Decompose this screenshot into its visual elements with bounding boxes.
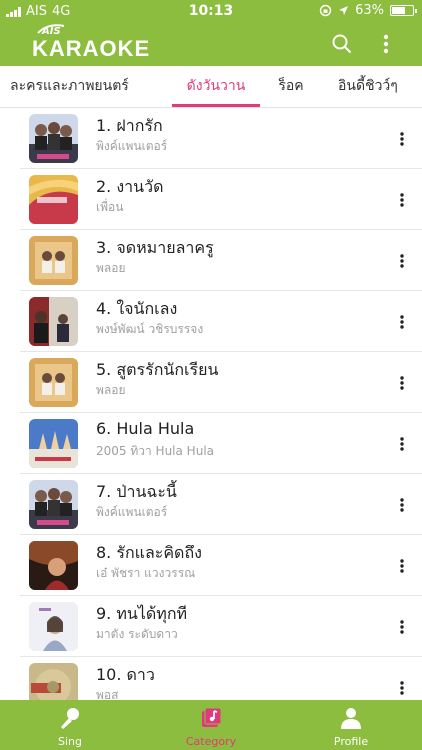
nav-category[interactable]: Category — [161, 700, 261, 750]
song-artist: พลอย — [96, 261, 126, 275]
song-row[interactable]: 1. ฝากรัก พิงค์แพนเตอร์ — [20, 108, 422, 169]
song-options-button[interactable] — [396, 372, 408, 394]
song-options-button[interactable] — [396, 616, 408, 638]
song-artist: พงษ์พัฒน์ วชิรบรรจง — [96, 322, 204, 336]
header-menu-button[interactable] — [372, 30, 400, 58]
music-library-icon — [202, 707, 222, 727]
song-title: 7. ป่านฉะนี้ — [96, 482, 177, 501]
more-vertical-icon — [400, 254, 404, 268]
search-icon — [332, 34, 352, 54]
album-cover — [29, 175, 78, 224]
song-options-button[interactable] — [396, 250, 408, 272]
tab-classic-hits[interactable]: ดังวันวาน — [172, 66, 260, 107]
song-list: 1. ฝากรัก พิงค์แพนเตอร์ 2. งานวัด เพื่อน… — [20, 108, 422, 718]
nav-sing[interactable]: Sing — [20, 700, 120, 750]
nav-profile[interactable]: Profile — [301, 700, 401, 750]
song-options-button[interactable] — [396, 311, 408, 333]
song-artist: เพื่อน — [96, 200, 124, 214]
tab-indie[interactable]: อินดี้ชิวว์ๆ — [338, 66, 398, 107]
song-row[interactable]: 8. รักและคิดถึง เอ๋ พัชรา แวงวรรณ — [20, 535, 422, 596]
logo-main-text: KARAOKE — [32, 36, 151, 61]
song-row[interactable]: 9. ทนได้ทุกที มาตัง ระดับดาว — [20, 596, 422, 657]
more-vertical-icon — [400, 498, 404, 512]
bottom-nav: Sing Category Profile — [0, 700, 422, 750]
more-vertical-icon — [400, 193, 404, 207]
album-cover — [29, 297, 78, 346]
song-title: 4. ใจนักเลง — [96, 299, 178, 318]
album-cover — [29, 358, 78, 407]
song-title: 9. ทนได้ทุกที — [96, 604, 188, 623]
song-title: 5. สูตรรักนักเรียน — [96, 360, 219, 379]
location-icon — [339, 6, 349, 15]
more-vertical-icon — [400, 559, 404, 573]
category-tabs: ละครและภาพยนตร์ ดังวันวาน ร็อค อินดี้ชิว… — [0, 66, 422, 108]
more-vertical-icon — [383, 34, 389, 54]
song-options-button[interactable] — [396, 555, 408, 577]
song-options-button[interactable] — [396, 677, 408, 699]
status-right: 63% — [319, 3, 417, 18]
more-vertical-icon — [400, 437, 404, 451]
album-cover — [29, 541, 78, 590]
status-bar: AIS 4G 10:13 63% — [0, 0, 422, 22]
song-row[interactable]: 2. งานวัด เพื่อน — [20, 169, 422, 230]
song-row[interactable]: 3. จดหมายลาครู พลอย — [20, 230, 422, 291]
song-artist: 2005 ทิวา Hula Hula — [96, 444, 215, 458]
album-cover — [29, 236, 78, 285]
more-vertical-icon — [400, 315, 404, 329]
more-vertical-icon — [400, 681, 404, 695]
search-button[interactable] — [328, 30, 356, 58]
album-cover — [29, 114, 78, 163]
song-options-button[interactable] — [396, 189, 408, 211]
nav-category-label: Category — [185, 735, 237, 748]
song-title: 10. ดาว — [96, 665, 155, 684]
song-title: 8. รักและคิดถึง — [96, 543, 202, 562]
song-options-button[interactable] — [396, 128, 408, 150]
song-options-button[interactable] — [396, 433, 408, 455]
tab-drama-movies[interactable]: ละครและภาพยนตร์ — [10, 66, 129, 107]
song-row[interactable]: 7. ป่านฉะนี้ พิงค์แพนเตอร์ — [20, 474, 422, 535]
album-cover — [29, 480, 78, 529]
more-vertical-icon — [400, 132, 404, 146]
song-options-button[interactable] — [396, 494, 408, 516]
microphone-icon — [61, 708, 79, 729]
song-title: 3. จดหมายลาครู — [96, 238, 214, 257]
album-cover — [29, 602, 78, 651]
song-title: 1. ฝากรัก — [96, 116, 163, 135]
more-vertical-icon — [400, 620, 404, 634]
battery-icon — [390, 5, 417, 16]
tab-rock[interactable]: ร็อค — [276, 66, 306, 107]
song-artist: พิงค์แพนเตอร์ — [96, 139, 168, 153]
app-header: AIS KARAOKE — [0, 22, 422, 66]
song-row[interactable]: 6. Hula Hula 2005 ทิวา Hula Hula — [20, 413, 422, 474]
more-vertical-icon — [400, 376, 404, 390]
orientation-lock-icon — [319, 4, 332, 17]
song-row[interactable]: 4. ใจนักเลง พงษ์พัฒน์ วชิรบรรจง — [20, 291, 422, 352]
nav-profile-label: Profile — [333, 735, 369, 748]
song-title: 2. งานวัด — [96, 177, 164, 196]
battery-percent: 63% — [355, 3, 384, 18]
song-artist: พลอย — [96, 383, 126, 397]
album-cover — [29, 419, 78, 468]
profile-icon — [341, 708, 361, 729]
song-row[interactable]: 5. สูตรรักนักเรียน พลอย — [20, 352, 422, 413]
nav-sing-label: Sing — [58, 735, 82, 748]
song-artist: เอ๋ พัชรา แวงวรรณ — [96, 566, 196, 580]
song-title: 6. Hula Hula — [96, 419, 195, 438]
song-artist: พิงค์แพนเตอร์ — [96, 505, 168, 519]
song-artist: มาตัง ระดับดาว — [96, 627, 178, 641]
